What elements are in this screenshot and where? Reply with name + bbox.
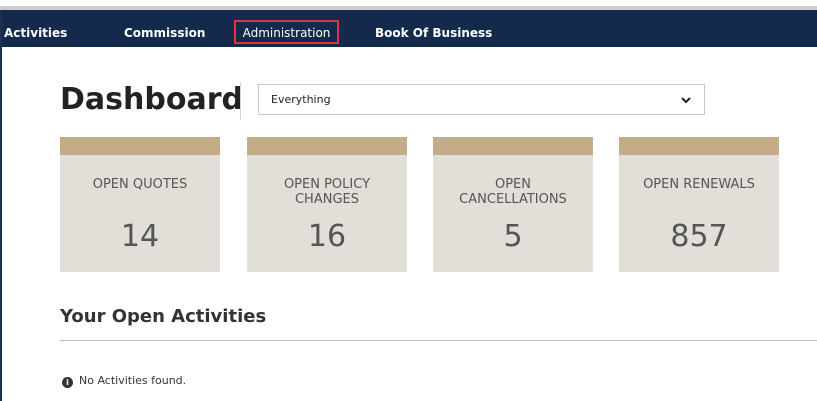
filter-select[interactable]: Everything: [258, 84, 705, 115]
nav-item-administration[interactable]: Administration: [234, 20, 339, 44]
card-count: 857: [670, 219, 728, 254]
title-divider: [240, 82, 241, 120]
top-navbar: Activities Commission Administration Boo…: [0, 10, 817, 47]
card-count: 14: [120, 219, 160, 254]
card-open-policy-changes[interactable]: OPEN POLICY CHANGES 16: [247, 137, 407, 272]
card-open-quotes[interactable]: OPEN QUOTES 14: [60, 137, 220, 272]
card-band: [433, 137, 593, 155]
card-count: 16: [307, 219, 347, 254]
nav-item-book-of-business[interactable]: Book Of Business: [375, 26, 492, 40]
window-left-edge: [0, 10, 2, 401]
card-label: OPEN CANCELLATIONS: [459, 177, 567, 207]
nav-item-commission[interactable]: Commission: [124, 26, 205, 40]
section-divider: [60, 340, 817, 341]
card-open-renewals[interactable]: OPEN RENEWALS 857: [619, 137, 779, 272]
window-top-edge: [0, 0, 817, 10]
card-count: 5: [503, 219, 523, 254]
card-band: [247, 137, 407, 155]
filter-select-value: Everything: [271, 93, 331, 106]
card-label: OPEN QUOTES: [92, 177, 188, 192]
chevron-down-icon: [681, 97, 691, 104]
card-label: OPEN POLICY CHANGES: [283, 177, 371, 207]
card-band: [60, 137, 220, 155]
nav-item-activities[interactable]: Activities: [4, 26, 67, 40]
card-open-cancellations[interactable]: OPEN CANCELLATIONS 5: [433, 137, 593, 272]
card-label: OPEN RENEWALS: [643, 177, 755, 192]
section-title-open-activities: Your Open Activities: [60, 306, 267, 327]
page-title: Dashboard: [60, 82, 243, 117]
info-circle-icon: i: [62, 377, 73, 388]
empty-activities-notice: i No Activities found.: [62, 374, 186, 388]
empty-activities-text: No Activities found.: [79, 374, 187, 387]
card-band: [619, 137, 779, 155]
